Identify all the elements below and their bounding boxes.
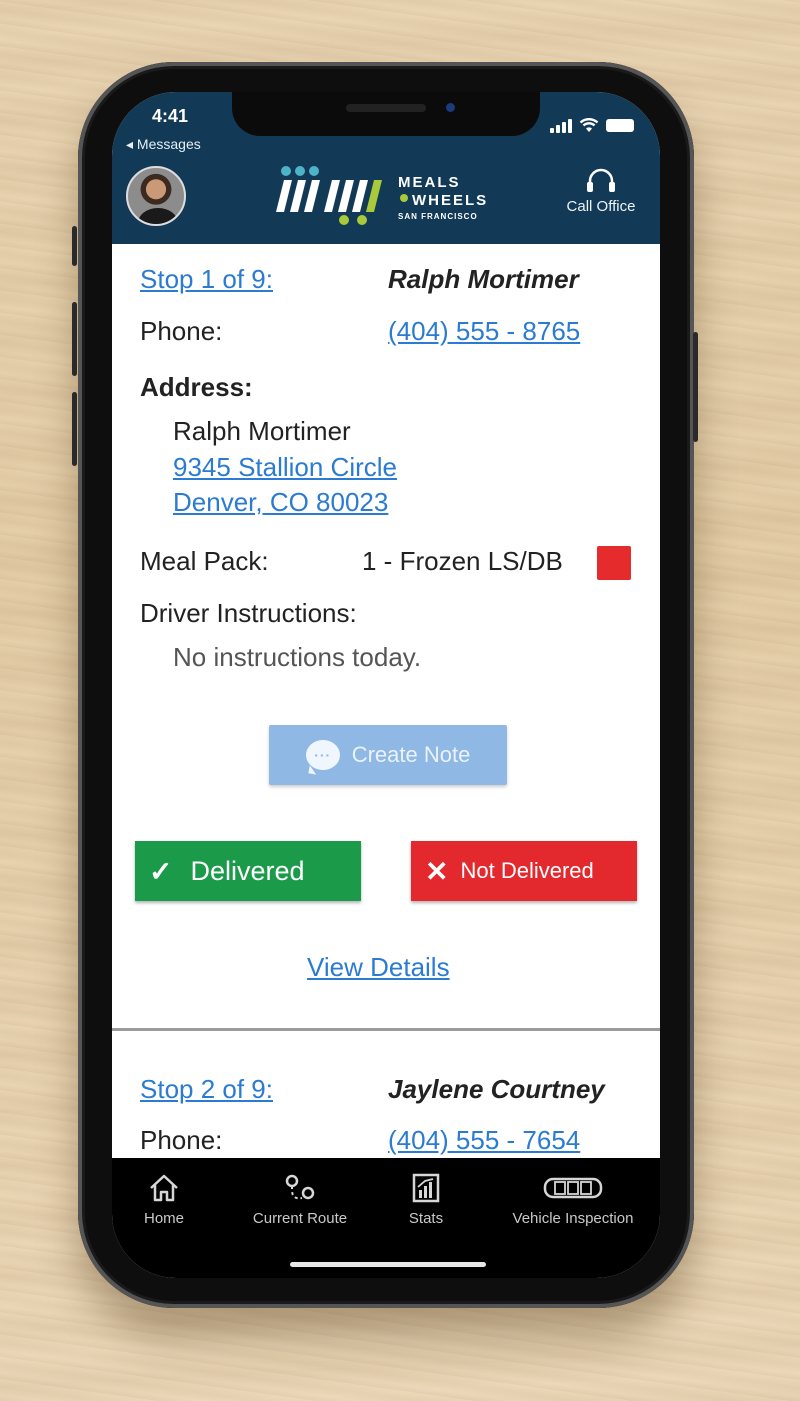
volume-down-button xyxy=(72,392,77,466)
stats-icon xyxy=(412,1173,440,1203)
tab-vehicle-inspection[interactable]: Vehicle Inspection xyxy=(492,1170,654,1227)
meal-pack-value: 1 - Frozen LS/DB xyxy=(362,546,563,576)
back-to-messages[interactable]: ◂ Messages xyxy=(126,136,201,153)
wifi-icon xyxy=(579,118,599,132)
delivered-label: Delivered xyxy=(190,855,305,886)
battery-icon xyxy=(606,119,634,132)
checkmark-icon: ✓ xyxy=(149,855,173,887)
phone-label: Phone: xyxy=(140,1125,223,1155)
volume-up-button xyxy=(72,302,77,376)
tab-stats[interactable]: Stats xyxy=(396,1170,456,1227)
phone-link[interactable]: (404) 555 - 7654 xyxy=(388,1125,580,1156)
client-name: Ralph Mortimer xyxy=(388,264,579,294)
phone-screen: 4:41 ◂ Messages MEALS WHEELS SAN FRANCIS… xyxy=(112,92,660,1278)
not-delivered-label: Not Delivered xyxy=(460,858,594,883)
driver-instructions-text: No instructions today. xyxy=(173,642,422,672)
meals-on-wheels-logo: MEALS WHEELS SAN FRANCISCO xyxy=(270,164,510,230)
address-line-2[interactable]: Denver, CO 80023 xyxy=(173,487,388,518)
logo-text-wheels: WHEELS xyxy=(412,192,489,209)
create-note-button[interactable]: ··· Create Note xyxy=(269,725,507,785)
route-icon xyxy=(285,1174,315,1200)
phone-label: Phone: xyxy=(140,316,223,346)
phone-link[interactable]: (404) 555 - 8765 xyxy=(388,316,580,347)
create-note-label: Create Note xyxy=(351,742,471,767)
call-office-button[interactable]: Call Office xyxy=(556,166,646,215)
driver-instructions-label: Driver Instructions: xyxy=(140,598,357,628)
status-time: 4:41 xyxy=(152,106,189,126)
notch xyxy=(232,92,540,136)
view-details-link[interactable]: View Details xyxy=(307,952,450,983)
logo-text-meals: MEALS xyxy=(398,174,461,191)
tab-vehicle-inspection-label: Vehicle Inspection xyxy=(512,1210,634,1227)
client-name: Jaylene Courtney xyxy=(388,1074,605,1104)
tab-home-label: Home xyxy=(143,1210,184,1227)
bottom-tab-bar: Home Current Route Stats Vehicle Inspect… xyxy=(112,1158,660,1278)
x-icon: ✕ xyxy=(425,855,449,887)
front-camera xyxy=(446,103,455,112)
stop-link[interactable]: Stop 2 of 9: xyxy=(140,1074,273,1105)
tab-stats-label: Stats xyxy=(408,1210,444,1227)
not-delivered-button[interactable]: ✕ Not Delivered xyxy=(411,841,637,901)
headset-icon xyxy=(587,168,615,192)
home-indicator[interactable] xyxy=(290,1262,486,1267)
logo-text-location: SAN FRANCISCO xyxy=(398,212,478,221)
tab-current-route[interactable]: Current Route xyxy=(240,1170,360,1227)
home-icon xyxy=(150,1174,178,1202)
power-button xyxy=(693,332,698,442)
speaker xyxy=(346,104,426,112)
tab-home[interactable]: Home xyxy=(134,1170,194,1227)
tab-current-route-label: Current Route xyxy=(252,1210,348,1227)
address-line-1[interactable]: 9345 Stallion Circle xyxy=(173,452,397,483)
address-name: Ralph Mortimer xyxy=(173,416,351,446)
mute-switch xyxy=(72,226,77,266)
delivered-button[interactable]: ✓ Delivered xyxy=(135,841,361,901)
stop-divider xyxy=(112,1028,660,1031)
signal-icon xyxy=(550,119,572,133)
vehicle-icon xyxy=(543,1177,603,1199)
driver-avatar[interactable] xyxy=(126,166,186,226)
meal-pack-label: Meal Pack: xyxy=(140,546,269,576)
route-stop-list[interactable]: Stop 1 of 9: Ralph Mortimer Phone: (404)… xyxy=(112,244,660,1158)
meal-pack-color-indicator xyxy=(597,546,631,580)
address-label: Address: xyxy=(140,372,253,402)
stop-link[interactable]: Stop 1 of 9: xyxy=(140,264,273,295)
chat-bubble-icon: ··· xyxy=(305,740,340,770)
status-icons xyxy=(550,118,634,133)
call-office-label: Call Office xyxy=(566,198,636,215)
